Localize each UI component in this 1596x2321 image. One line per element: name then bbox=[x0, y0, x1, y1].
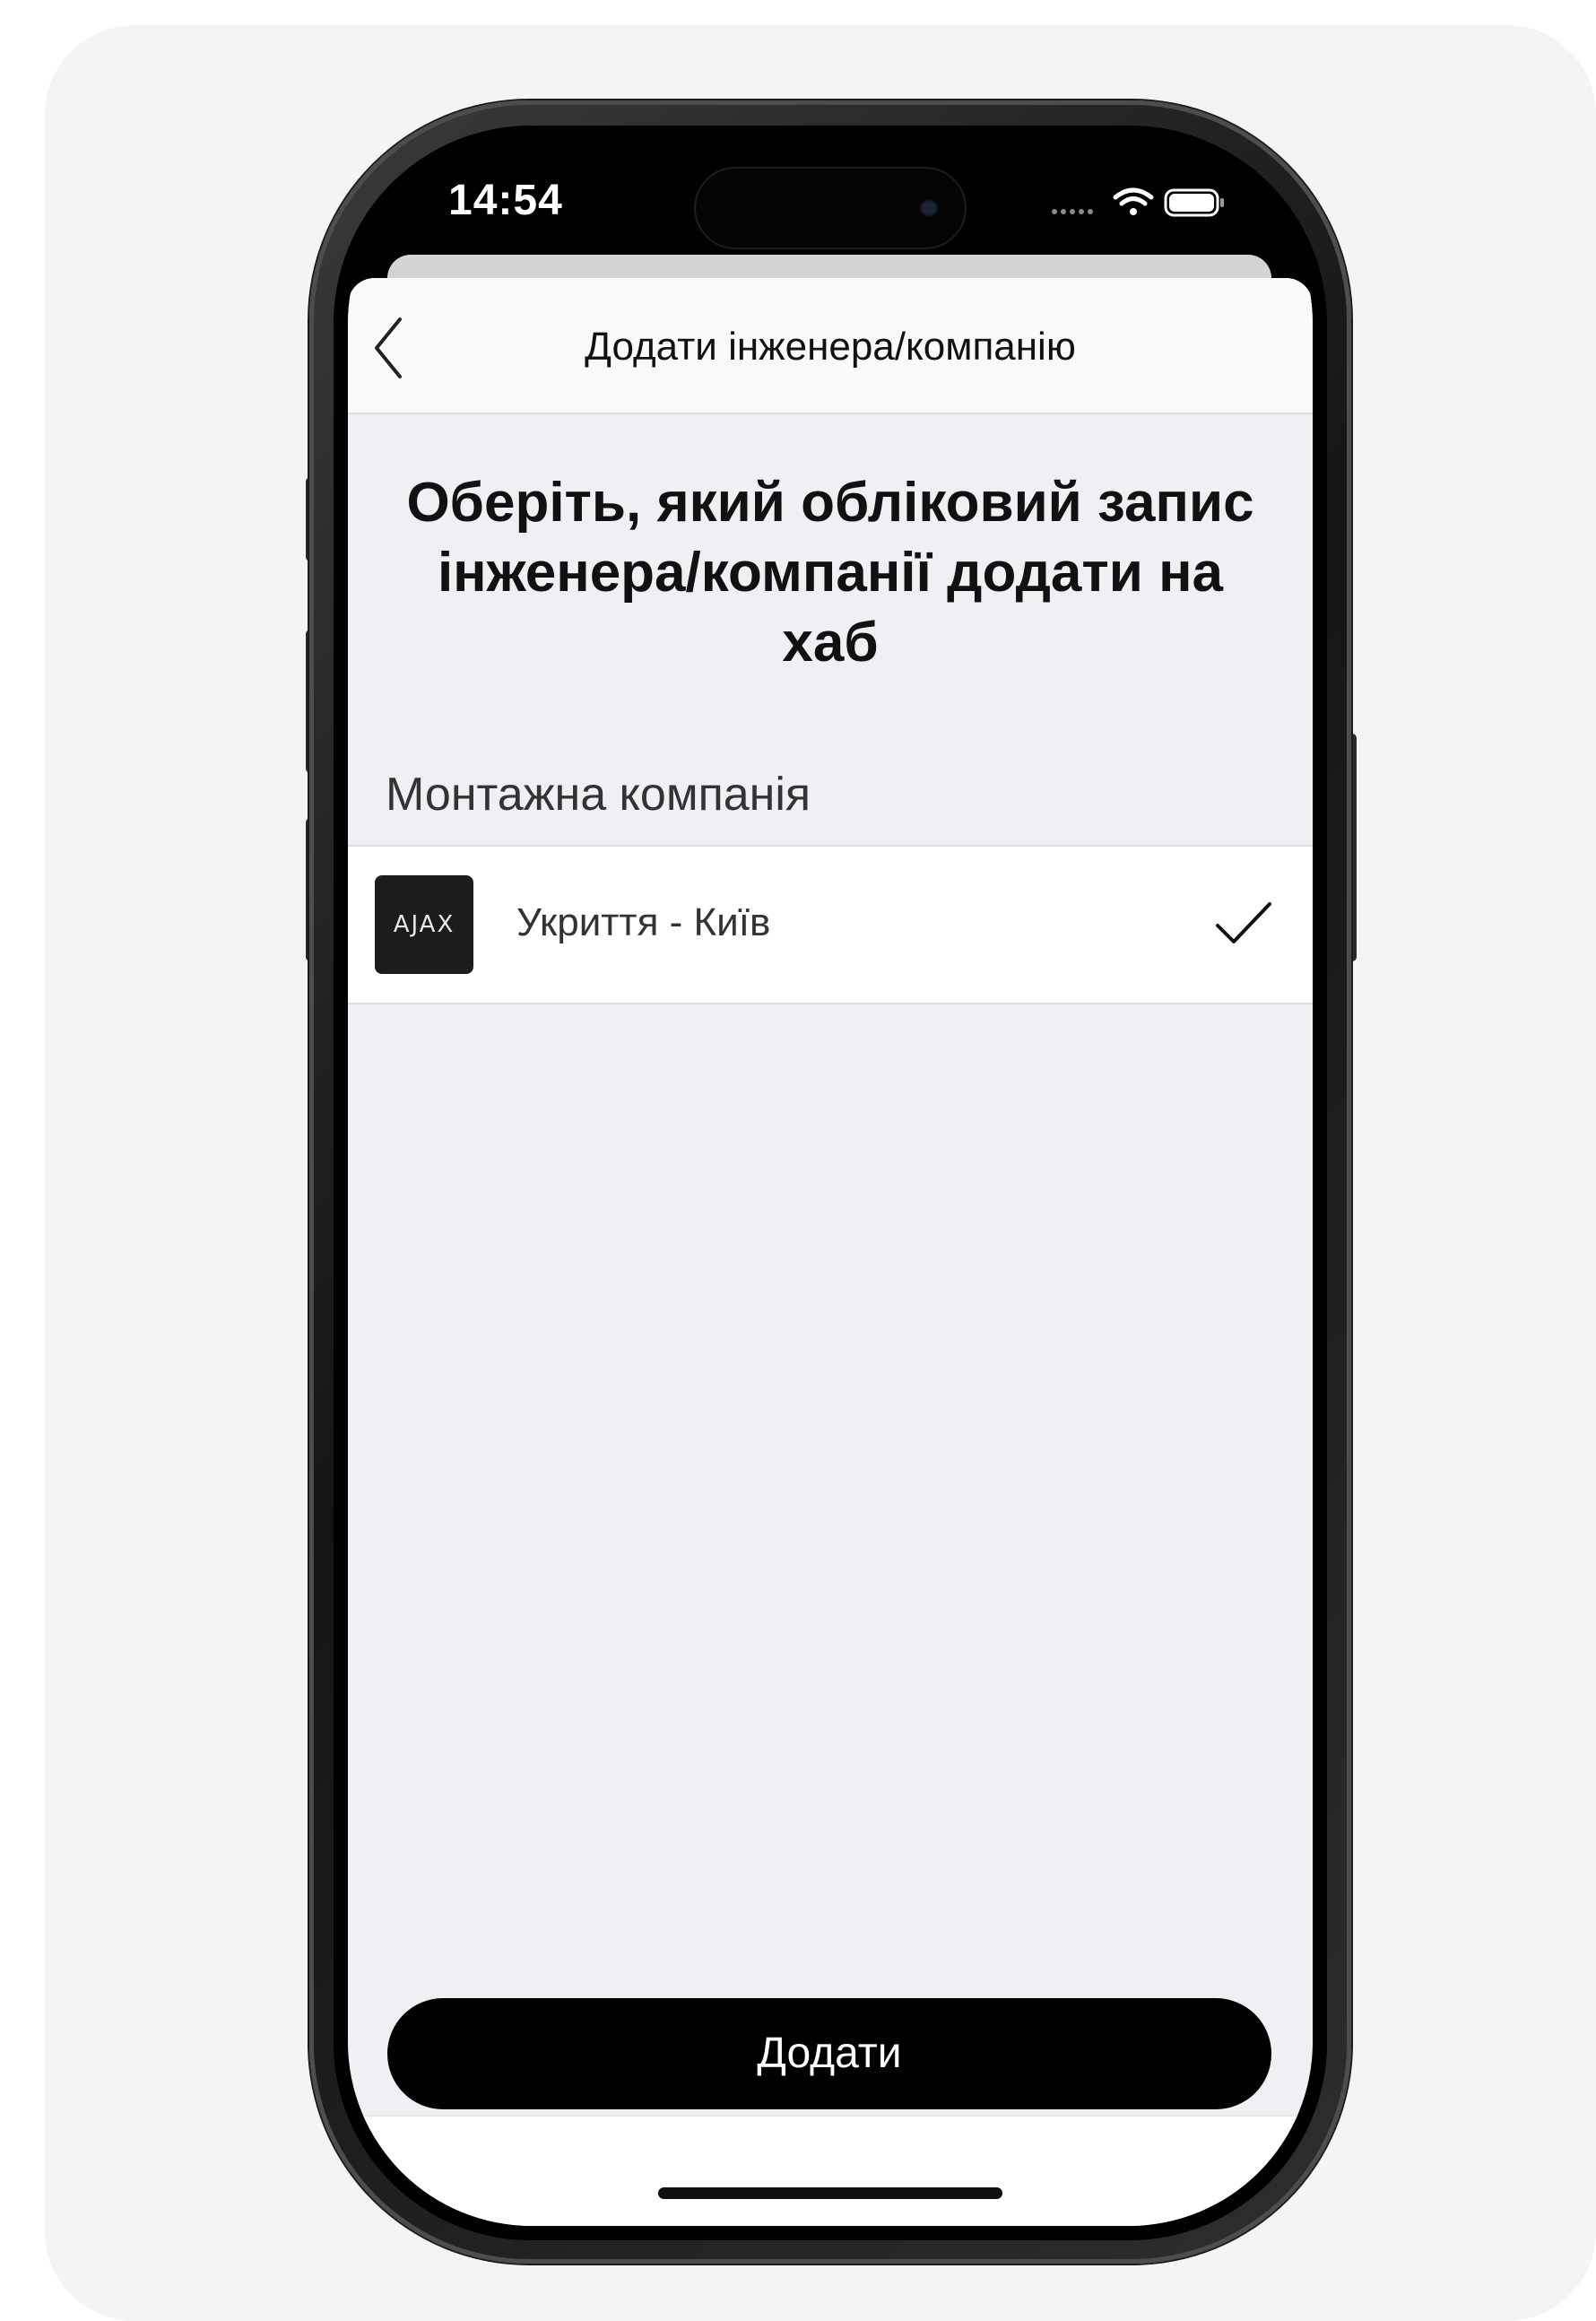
dots-icon bbox=[1052, 209, 1093, 214]
status-time: 14:54 bbox=[448, 177, 563, 224]
page-heading: Оберіть, який обліковий запис інженера/к… bbox=[406, 472, 1254, 674]
navigation-bar: Додати інженера/компанію bbox=[348, 278, 1313, 414]
add-button[interactable]: Додати bbox=[387, 1998, 1271, 2109]
status-icons bbox=[1052, 187, 1224, 217]
nav-title: Додати інженера/компанію bbox=[585, 325, 1076, 369]
footer-area bbox=[348, 2115, 1313, 2226]
front-camera-icon bbox=[922, 201, 936, 215]
checkmark-icon bbox=[1216, 902, 1271, 943]
wifi-icon bbox=[1113, 187, 1154, 215]
section-label: Монтажна компанія bbox=[386, 769, 811, 821]
phone-screen: 14:54 Додати інженера/компанію Оберіть, … bbox=[348, 140, 1313, 2226]
dynamic-island bbox=[694, 167, 967, 249]
company-list-item[interactable]: AJAX Укриття - Київ bbox=[348, 845, 1313, 1004]
battery-icon bbox=[1164, 188, 1224, 217]
company-logo-icon: AJAX bbox=[375, 875, 473, 974]
company-name: Укриття - Київ bbox=[516, 900, 771, 944]
home-indicator bbox=[658, 2187, 1002, 2199]
modal-sheet: Додати інженера/компанію Оберіть, який о… bbox=[348, 278, 1313, 2226]
